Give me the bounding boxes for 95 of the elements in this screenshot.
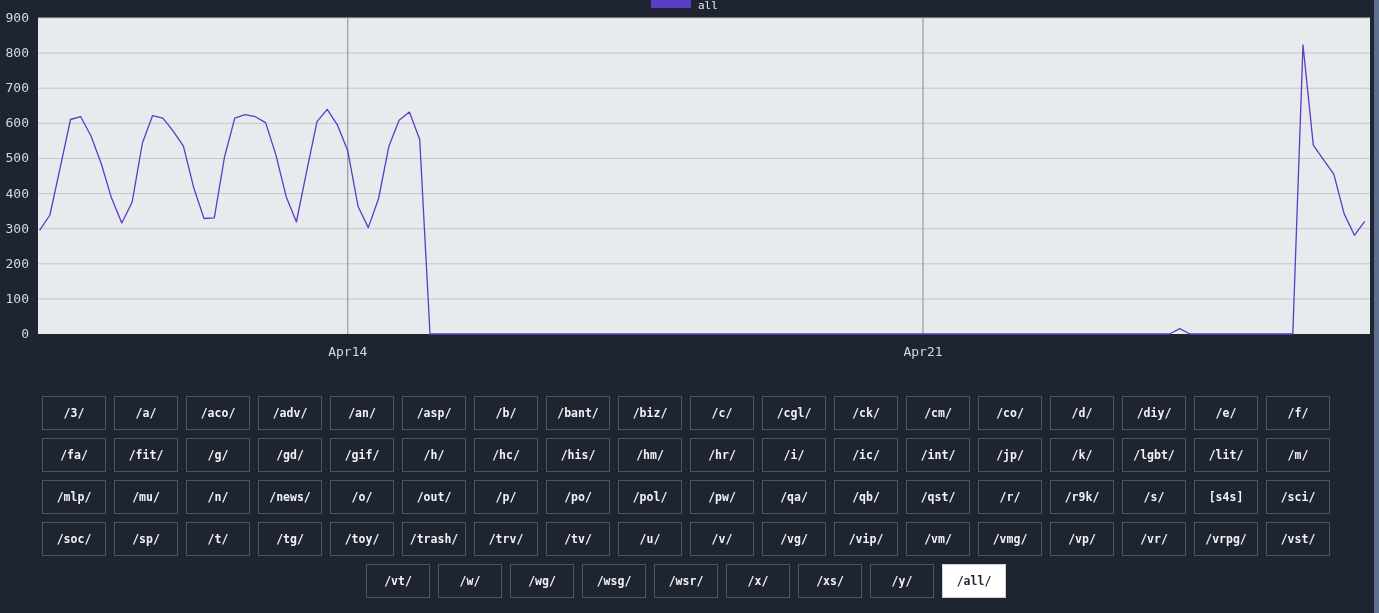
board-button[interactable]: /vst/ <box>1266 522 1330 556</box>
board-button[interactable]: /po/ <box>546 480 610 514</box>
board-button[interactable]: /hm/ <box>618 438 682 472</box>
board-button[interactable]: /fa/ <box>42 438 106 472</box>
board-button[interactable]: /fit/ <box>114 438 178 472</box>
board-button[interactable]: /a/ <box>114 396 178 430</box>
y-axis-label: 200 <box>5 255 29 271</box>
board-button[interactable]: /sp/ <box>114 522 178 556</box>
y-axis-label: 400 <box>5 185 29 201</box>
board-button[interactable]: /gd/ <box>258 438 322 472</box>
scrollbar[interactable] <box>1374 0 1379 613</box>
board-button[interactable]: /cm/ <box>906 396 970 430</box>
board-button[interactable]: /his/ <box>546 438 610 472</box>
board-button[interactable]: /d/ <box>1050 396 1114 430</box>
board-button[interactable]: /sci/ <box>1266 480 1330 514</box>
board-button[interactable]: /x/ <box>726 564 790 598</box>
board-button[interactable]: /jp/ <box>978 438 1042 472</box>
board-button[interactable]: /k/ <box>1050 438 1114 472</box>
board-button[interactable]: /vp/ <box>1050 522 1114 556</box>
board-button[interactable]: [s4s] <box>1194 480 1258 514</box>
board-button[interactable]: /ic/ <box>834 438 898 472</box>
board-button[interactable]: /vm/ <box>906 522 970 556</box>
board-button[interactable]: /vt/ <box>366 564 430 598</box>
board-button[interactable]: /pol/ <box>618 480 682 514</box>
board-button[interactable]: /o/ <box>330 480 394 514</box>
board-button[interactable]: /b/ <box>474 396 538 430</box>
board-button[interactable]: /r/ <box>978 480 1042 514</box>
board-button[interactable]: /soc/ <box>42 522 106 556</box>
board-button[interactable]: /s/ <box>1122 480 1186 514</box>
board-button[interactable]: /hr/ <box>690 438 754 472</box>
x-axis-label: Apr21 <box>903 344 943 359</box>
board-button[interactable]: /gif/ <box>330 438 394 472</box>
board-button[interactable]: /co/ <box>978 396 1042 430</box>
y-axis-label: 0 <box>21 326 29 341</box>
board-button[interactable]: /all/ <box>942 564 1006 598</box>
board-button[interactable]: /r9k/ <box>1050 480 1114 514</box>
board-button[interactable]: /asp/ <box>402 396 466 430</box>
board-button[interactable]: /diy/ <box>1122 396 1186 430</box>
board-button[interactable]: /vrpg/ <box>1194 522 1258 556</box>
board-button[interactable]: /wsr/ <box>654 564 718 598</box>
y-axis-label: 700 <box>5 80 29 96</box>
board-button[interactable]: /ck/ <box>834 396 898 430</box>
board-button[interactable]: /an/ <box>330 396 394 430</box>
board-button[interactable]: /w/ <box>438 564 502 598</box>
board-button[interactable]: /vmg/ <box>978 522 1042 556</box>
board-button[interactable]: /hc/ <box>474 438 538 472</box>
board-button[interactable]: /vr/ <box>1122 522 1186 556</box>
board-button[interactable]: /wsg/ <box>582 564 646 598</box>
board-button[interactable]: /aco/ <box>186 396 250 430</box>
legend-label: all <box>698 0 718 12</box>
board-button[interactable]: /pw/ <box>690 480 754 514</box>
board-button[interactable]: /m/ <box>1266 438 1330 472</box>
board-button[interactable]: /tv/ <box>546 522 610 556</box>
board-button[interactable]: /out/ <box>402 480 466 514</box>
board-button[interactable]: /u/ <box>618 522 682 556</box>
board-button[interactable]: /news/ <box>258 480 322 514</box>
board-button[interactable]: /vg/ <box>762 522 826 556</box>
y-axis-label: 800 <box>5 45 29 61</box>
board-button[interactable]: /f/ <box>1266 396 1330 430</box>
board-button[interactable]: /trash/ <box>402 522 466 556</box>
board-button[interactable]: /xs/ <box>798 564 862 598</box>
board-button[interactable]: /n/ <box>186 480 250 514</box>
y-axis-label: 900 <box>5 10 29 25</box>
board-button[interactable]: /qa/ <box>762 480 826 514</box>
board-button[interactable]: /lgbt/ <box>1122 438 1186 472</box>
board-button[interactable]: /qst/ <box>906 480 970 514</box>
board-button[interactable]: /h/ <box>402 438 466 472</box>
board-button[interactable]: /vip/ <box>834 522 898 556</box>
board-button[interactable]: /tg/ <box>258 522 322 556</box>
board-button[interactable]: /int/ <box>906 438 970 472</box>
board-button[interactable]: /g/ <box>186 438 250 472</box>
board-button[interactable]: /y/ <box>870 564 934 598</box>
board-button[interactable]: /toy/ <box>330 522 394 556</box>
board-button[interactable]: /p/ <box>474 480 538 514</box>
board-button[interactable]: /i/ <box>762 438 826 472</box>
board-button[interactable]: /trv/ <box>474 522 538 556</box>
board-button[interactable]: /t/ <box>186 522 250 556</box>
board-button[interactable]: /qb/ <box>834 480 898 514</box>
y-axis-label: 100 <box>5 290 29 306</box>
y-axis-label: 500 <box>5 150 29 166</box>
board-button[interactable]: /biz/ <box>618 396 682 430</box>
board-button[interactable]: /mlp/ <box>42 480 106 514</box>
y-axis-label: 300 <box>5 220 29 236</box>
board-button[interactable]: /cgl/ <box>762 396 826 430</box>
y-axis-label: 600 <box>5 115 29 131</box>
board-button[interactable]: /wg/ <box>510 564 574 598</box>
board-button[interactable]: /mu/ <box>114 480 178 514</box>
board-button[interactable]: /v/ <box>690 522 754 556</box>
board-button[interactable]: /lit/ <box>1194 438 1258 472</box>
board-button[interactable]: /adv/ <box>258 396 322 430</box>
board-button[interactable]: /c/ <box>690 396 754 430</box>
board-button[interactable]: /3/ <box>42 396 106 430</box>
x-axis-label: Apr14 <box>328 344 368 359</box>
board-button[interactable]: /e/ <box>1194 396 1258 430</box>
board-button[interactable]: /bant/ <box>546 396 610 430</box>
